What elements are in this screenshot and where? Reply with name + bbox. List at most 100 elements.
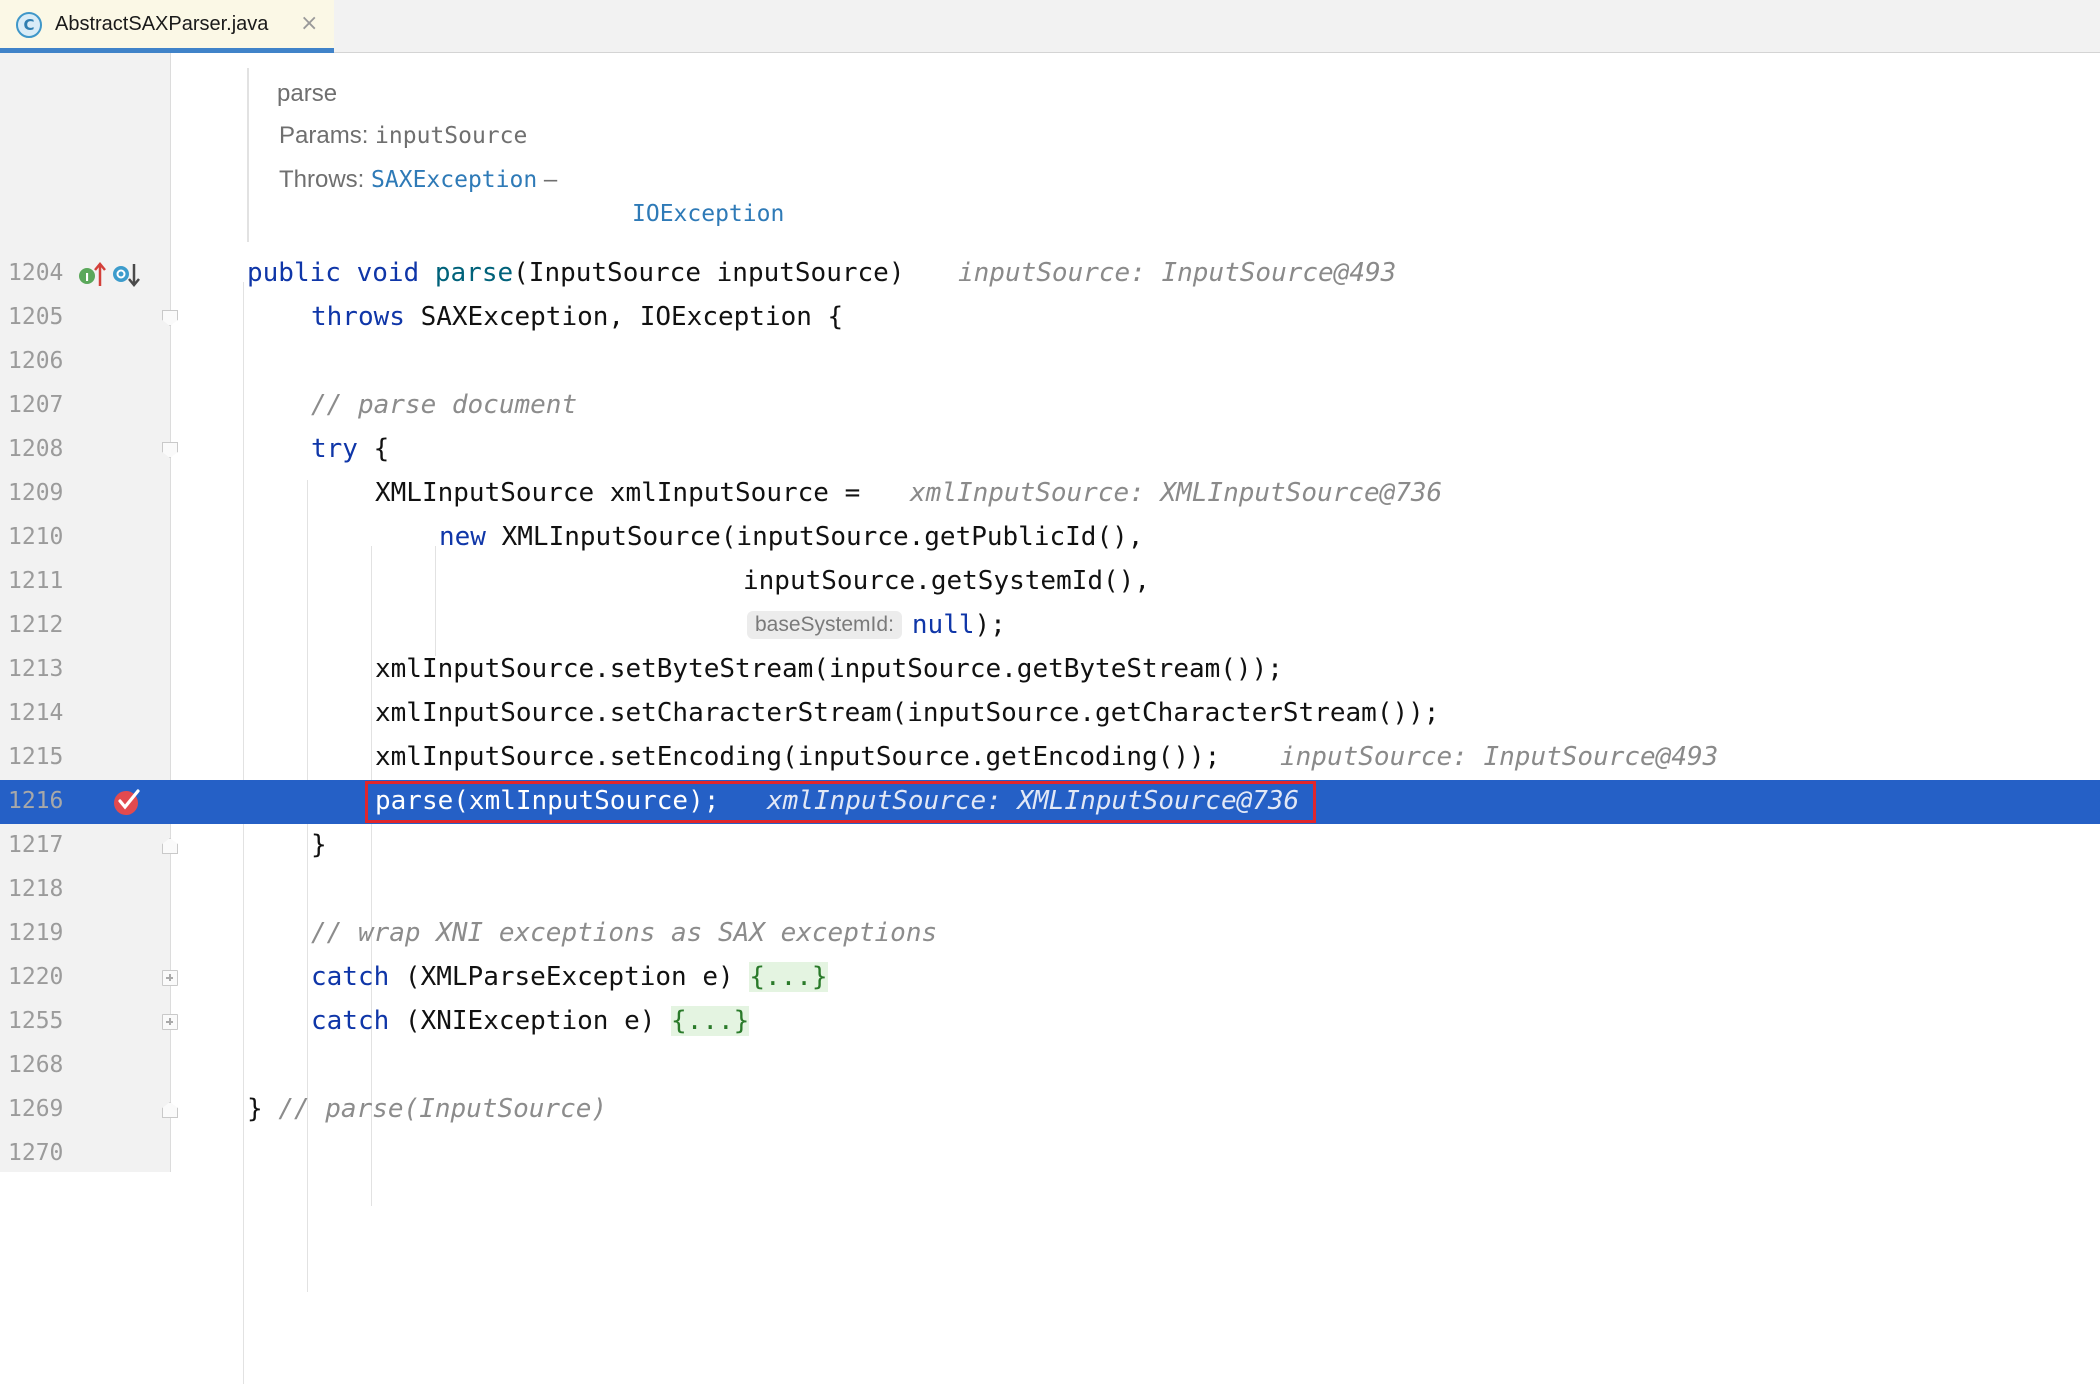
code-text: catch (XNIException e) {...} (311, 1006, 750, 1036)
doc-params-value: inputSource (375, 123, 528, 149)
code-line[interactable]: 1269 } // parse(InputSource) (0, 1088, 2100, 1132)
doc-params-row: Params: inputSource (279, 122, 527, 150)
keyword-token: throws (311, 302, 405, 332)
code-token: parse (434, 258, 514, 288)
doc-title: parse (277, 80, 338, 107)
line-number[interactable]: 1212 (8, 612, 68, 638)
keyword-token: new (439, 522, 486, 552)
debugger-inline-value: inputSource: InputSource@493 (1280, 742, 1719, 772)
keyword-token: try (311, 434, 358, 464)
fold-collapse-icon[interactable] (162, 1102, 178, 1118)
code-line[interactable]: 1209 XMLInputSource xmlInputSource = xmlIn… (0, 472, 2100, 516)
code-text: throws SAXException, IOException { (311, 302, 843, 332)
code-line[interactable]: 1217} (0, 824, 2100, 868)
line-number[interactable]: 1215 (8, 744, 68, 770)
debugger-inline-value: xmlInputSource: XMLInputSource@736 (910, 478, 1443, 508)
code-line[interactable]: 1219 // wrap XNI exceptions as SAX except… (0, 912, 2100, 956)
code-text: catch (XMLParseException e) {...} (311, 962, 828, 992)
fold-collapse-icon[interactable] (162, 442, 178, 458)
code-token: (InputSource inputSource) (513, 258, 905, 288)
line-number[interactable]: 1216 (8, 788, 68, 814)
code-token: inputSource.getSystemId(), (743, 566, 1150, 596)
line-number[interactable]: 1204 (8, 260, 68, 286)
fold-expand-icon[interactable] (162, 970, 178, 986)
line-number[interactable]: 1207 (8, 392, 68, 418)
code-line[interactable]: 1208 try { (0, 428, 2100, 472)
line-number[interactable]: 1217 (8, 832, 68, 858)
code-token: XMLInputSource(inputSource.getPublicId()… (485, 522, 1144, 552)
code-token: xmlInputSource.setCharacterStream(inputS… (375, 698, 1440, 728)
code-line[interactable]: 1214 xmlInputSource.setCharacterStream(in… (0, 692, 2100, 736)
code-text: inputSource.getSystemId(), (743, 566, 1150, 596)
doc-throws-link-saxexception[interactable]: SAXException (371, 167, 537, 193)
code-line[interactable]: 1215 xmlInputSource.setEncoding(inputSour… (0, 736, 2100, 780)
keyword-token: catch (311, 962, 390, 992)
code-text: XMLInputSource xmlInputSource = (375, 478, 860, 508)
code-line[interactable]: 1210 new XMLInputSource(inputSource.getPu… (0, 516, 2100, 560)
code-token: SAXException, IOException { (404, 302, 844, 332)
line-number[interactable]: 1208 (8, 436, 68, 462)
line-number[interactable]: 1214 (8, 700, 68, 726)
keyword-token: public (247, 258, 341, 288)
code-line[interactable]: 1268 (0, 1044, 2100, 1088)
code-text: xmlInputSource.setCharacterStream(inputS… (375, 698, 1439, 728)
line-number[interactable]: 1268 (8, 1052, 68, 1078)
code-token: xmlInputSource.setEncoding(inputSource.g… (375, 742, 1221, 772)
code-token: (XMLParseException e) (389, 962, 750, 992)
line-number[interactable]: 1219 (8, 920, 68, 946)
line-number[interactable]: 1209 (8, 480, 68, 506)
fold-collapse-icon[interactable] (162, 310, 178, 326)
fold-collapse-icon[interactable] (162, 838, 178, 854)
doc-throws-label: Throws: (279, 166, 365, 193)
line-number[interactable]: 1218 (8, 876, 68, 902)
keyword-token: void (356, 258, 420, 288)
code-line[interactable]: 1207 // parse document (0, 384, 2100, 428)
comment-token: // parse(InputSource) (278, 1094, 608, 1124)
code-text: } // parse(InputSource) (247, 1094, 607, 1124)
code-line[interactable]: 1216 parse(xmlInputSource); xmlInputSource… (0, 780, 2100, 824)
breakpoint-hit-icon[interactable] (112, 787, 142, 821)
code-text: try { (311, 434, 389, 464)
code-text: // wrap XNI exceptions as SAX exceptions (311, 918, 937, 948)
line-number[interactable]: 1269 (8, 1096, 68, 1122)
implements-up-icon[interactable]: I (78, 262, 106, 292)
code-line[interactable]: 1205 throws SAXException, IOException { (0, 296, 2100, 340)
line-number[interactable]: 1270 (8, 1140, 68, 1166)
line-number[interactable]: 1211 (8, 568, 68, 594)
class-c-icon: C (16, 12, 42, 38)
comment-token: // parse document (311, 390, 578, 420)
line-number[interactable]: 1210 (8, 524, 68, 550)
line-number[interactable]: 1206 (8, 348, 68, 374)
code-line[interactable]: 1218 (0, 868, 2100, 912)
code-token: (XNIException e) (389, 1006, 672, 1036)
code-line[interactable]: 1220 catch (XMLParseException e) {...} (0, 956, 2100, 1000)
doc-throws-link-ioexception[interactable]: IOException (632, 201, 784, 227)
folded-block[interactable]: {...} (749, 962, 828, 992)
editor-tab[interactable]: C AbstractSAXParser.java × (0, 0, 334, 53)
doc-throws-dash: – (537, 166, 558, 193)
line-number[interactable]: 1220 (8, 964, 68, 990)
code-line[interactable]: 1211 inputSource.getSystemId(), (0, 560, 2100, 604)
svg-text:I: I (85, 271, 89, 284)
fold-expand-icon[interactable] (162, 1014, 178, 1030)
close-icon[interactable]: × (300, 11, 318, 36)
code-line[interactable]: 1212 baseSystemId: null); (0, 604, 2100, 648)
code-text: xmlInputSource.setByteStream(inputSource… (375, 654, 1283, 684)
code-token: XMLInputSource xmlInputSource = (375, 478, 861, 508)
code-line[interactable]: 1270 (0, 1132, 2100, 1176)
code-line[interactable]: 1206 (0, 340, 2100, 384)
code-line[interactable]: 1204 public void parse(InputSource inputS… (0, 252, 2100, 296)
code-token: ); (974, 610, 1006, 640)
folded-block[interactable]: {...} (671, 1006, 750, 1036)
overridden-down-icon[interactable] (112, 262, 140, 292)
keyword-token: null (911, 610, 975, 640)
code-token: } (311, 830, 327, 860)
line-number[interactable]: 1213 (8, 656, 68, 682)
line-number[interactable]: 1255 (8, 1008, 68, 1034)
code-line[interactable]: 1213 xmlInputSource.setByteStream(inputSo… (0, 648, 2100, 692)
code-text: xmlInputSource.setEncoding(inputSource.g… (375, 742, 1220, 772)
tab-filename: AbstractSAXParser.java (55, 13, 269, 35)
code-text: baseSystemId: null); (747, 610, 1006, 640)
line-number[interactable]: 1205 (8, 304, 68, 330)
code-line[interactable]: 1255 catch (XNIException e) {...} (0, 1000, 2100, 1044)
